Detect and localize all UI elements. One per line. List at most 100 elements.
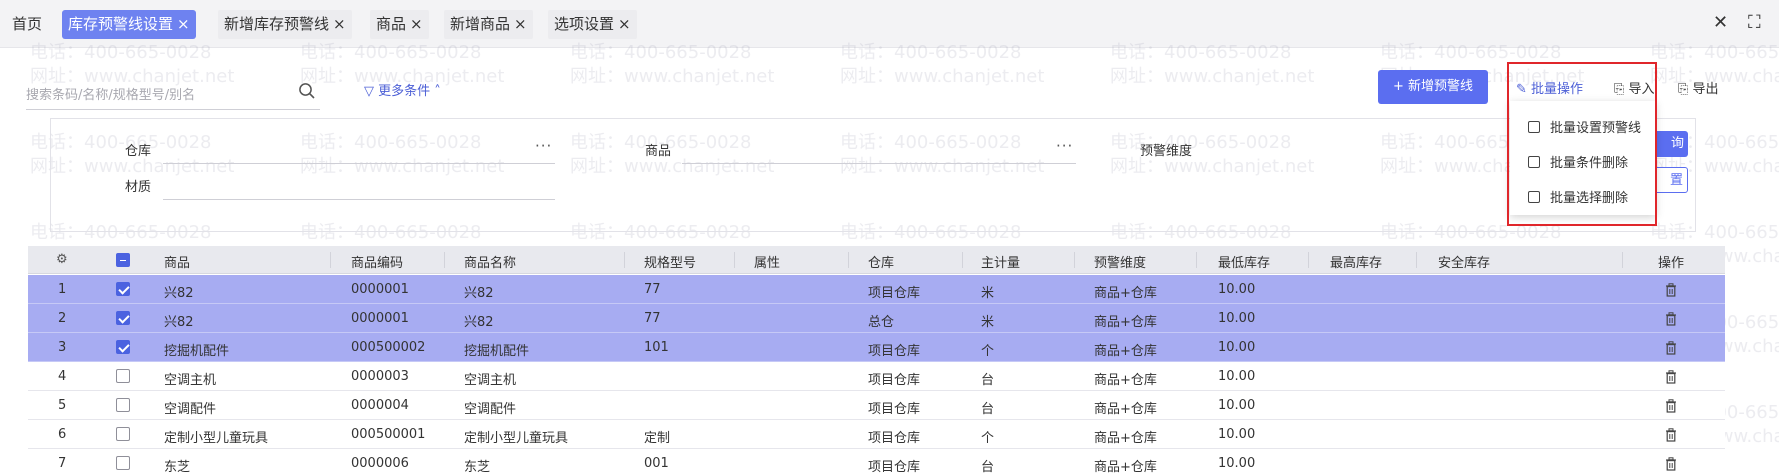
- fullscreen-icon[interactable]: ⛶: [1748, 12, 1761, 33]
- column-divider: [1308, 252, 1309, 268]
- material-filter-field[interactable]: [163, 199, 555, 200]
- cell-code: 0000001: [351, 282, 409, 297]
- close-tab-icon[interactable]: ×: [410, 15, 423, 33]
- product-more-icon[interactable]: ···: [1056, 137, 1073, 155]
- column-header[interactable]: 规格型号: [644, 252, 696, 271]
- row-checkbox[interactable]: [116, 311, 130, 325]
- table-row[interactable]: 5 空调配件 0000004 空调配件 项目仓库 台 商品+仓库 10.00: [28, 391, 1725, 420]
- tab-label: 新增商品: [450, 15, 511, 33]
- cell-spec: 77: [644, 282, 661, 297]
- close-tab-icon[interactable]: ×: [333, 15, 346, 33]
- dimension-filter-label: 预警维度: [1140, 144, 1193, 159]
- tab[interactable]: 新增商品 ×: [444, 10, 533, 39]
- cell-dimension: 商品+仓库: [1094, 373, 1157, 388]
- column-header[interactable]: 最低库存: [1218, 252, 1270, 271]
- column-header[interactable]: 预警维度: [1094, 252, 1146, 271]
- search-input[interactable]: 搜索条码/名称/规格型号/别名: [26, 76, 320, 110]
- column-header[interactable]: 操作: [1658, 252, 1684, 271]
- row-checkbox[interactable]: [116, 340, 130, 354]
- row-number: 6: [58, 427, 67, 442]
- cell-min: 10.00: [1218, 456, 1256, 471]
- column-header[interactable]: 最高库存: [1330, 252, 1382, 271]
- column-divider: [734, 252, 735, 268]
- close-window-icon[interactable]: ✕: [1713, 12, 1728, 33]
- cell-unit: 个: [981, 344, 995, 359]
- row-checkbox[interactable]: [116, 427, 130, 441]
- cell-spec: 001: [644, 456, 669, 471]
- cell-name: 挖掘机配件: [464, 344, 530, 359]
- table-row[interactable]: 1 兴82 0000001 兴82 77 项目仓库 米 商品+仓库 10.00: [28, 275, 1725, 304]
- column-header[interactable]: 商品名称: [464, 252, 516, 271]
- search-icon[interactable]: [298, 82, 316, 100]
- highlight-box: [1507, 62, 1657, 226]
- delete-icon[interactable]: [1665, 457, 1677, 471]
- column-header[interactable]: 主计量: [981, 252, 1020, 271]
- material-filter-label: 材质: [125, 180, 152, 195]
- filter-icon: ▽: [364, 84, 374, 99]
- table-row[interactable]: 6 定制小型儿童玩具 000500001 定制小型儿童玩具 定制 项目仓库 个 商品+仓库 10…: [28, 420, 1725, 449]
- row-checkbox[interactable]: [116, 398, 130, 412]
- cell-code: 000500002: [351, 340, 426, 355]
- delete-icon[interactable]: [1665, 283, 1677, 297]
- cell-dimension: 商品+仓库: [1094, 344, 1157, 359]
- tab[interactable]: 商品 ×: [370, 10, 429, 39]
- close-tab-icon[interactable]: ×: [177, 15, 190, 33]
- column-header[interactable]: 仓库: [868, 252, 894, 271]
- cell-min: 10.00: [1218, 398, 1256, 413]
- tab-bar: 首页 库存预警线设置 × 新增库存预警线 × 商品 × 新增商品 × 选项设置 × ✕ ⛶: [0, 0, 1779, 48]
- cell-unit: 米: [981, 286, 995, 301]
- column-settings-icon[interactable]: ⚙: [56, 252, 68, 267]
- delete-icon[interactable]: [1665, 370, 1677, 384]
- warehouse-filter-label: 仓库: [125, 144, 152, 159]
- cell-code: 000500001: [351, 427, 426, 442]
- cell-dimension: 商品+仓库: [1094, 402, 1157, 417]
- tab-label: 选项设置: [554, 15, 615, 33]
- table-header: ⚙ 商品 商品编码 商品名称 规格型号 属性 仓库 主计量 预警维度 最低库存 最高库存 安全库存 操…: [28, 246, 1725, 274]
- delete-icon[interactable]: [1665, 399, 1677, 413]
- column-divider: [1622, 252, 1623, 268]
- column-divider: [330, 252, 331, 268]
- cell-warehouse: 项目仓库: [868, 460, 921, 475]
- delete-icon[interactable]: [1665, 312, 1677, 326]
- close-tab-icon[interactable]: ×: [514, 15, 527, 33]
- column-header[interactable]: 安全库存: [1438, 252, 1490, 271]
- cell-warehouse: 总仓: [868, 315, 895, 330]
- cell-name: 兴82: [464, 286, 494, 301]
- cell-unit: 台: [981, 460, 995, 475]
- cell-min: 10.00: [1218, 369, 1256, 384]
- tab[interactable]: 首页: [6, 10, 48, 39]
- column-header[interactable]: 商品: [164, 252, 190, 271]
- column-divider: [962, 252, 963, 268]
- product-filter-field[interactable]: [682, 163, 1076, 164]
- table-row[interactable]: 4 空调主机 0000003 空调主机 项目仓库 台 商品+仓库 10.00: [28, 362, 1725, 391]
- warehouse-more-icon[interactable]: ···: [535, 137, 552, 155]
- cell-dimension: 商品+仓库: [1094, 431, 1157, 446]
- cell-unit: 米: [981, 315, 995, 330]
- more-conditions-toggle[interactable]: ▽ 更多条件 ˄: [364, 80, 441, 99]
- column-header[interactable]: 商品编码: [351, 252, 403, 271]
- export-label: 导出: [1692, 82, 1719, 97]
- tab[interactable]: 新增库存预警线 ×: [218, 10, 352, 39]
- delete-icon[interactable]: [1665, 341, 1677, 355]
- delete-icon[interactable]: [1665, 428, 1677, 442]
- table-row[interactable]: 3 挖掘机配件 000500002 挖掘机配件 101 项目仓库 个 商品+仓库 10.00: [28, 333, 1725, 362]
- tab[interactable]: 选项设置 ×: [548, 10, 637, 39]
- column-header[interactable]: 属性: [754, 252, 780, 271]
- tab-label: 库存预警线设置: [68, 15, 174, 33]
- cell-code: 0000004: [351, 398, 409, 413]
- cell-warehouse: 项目仓库: [868, 344, 921, 359]
- table-row[interactable]: 2 兴82 0000001 兴82 77 总仓 米 商品+仓库 10.00: [28, 304, 1725, 333]
- warehouse-filter-field[interactable]: [163, 163, 555, 164]
- cell-unit: 台: [981, 373, 995, 388]
- select-all-checkbox[interactable]: [116, 253, 130, 267]
- row-checkbox[interactable]: [116, 282, 130, 296]
- column-divider: [1196, 252, 1197, 268]
- close-tab-icon[interactable]: ×: [618, 15, 631, 33]
- table-row[interactable]: 7 东芝 0000006 东芝 001 项目仓库 台 商品+仓库 10.00: [28, 449, 1725, 476]
- export-button[interactable]: ⎘ 导出: [1678, 78, 1719, 97]
- row-checkbox[interactable]: [116, 456, 130, 470]
- tab[interactable]: 库存预警线设置 ×: [62, 10, 196, 39]
- cell-name: 空调主机: [464, 373, 517, 388]
- row-checkbox[interactable]: [116, 369, 130, 383]
- add-warning-line-button[interactable]: + 新增预警线: [1378, 70, 1488, 104]
